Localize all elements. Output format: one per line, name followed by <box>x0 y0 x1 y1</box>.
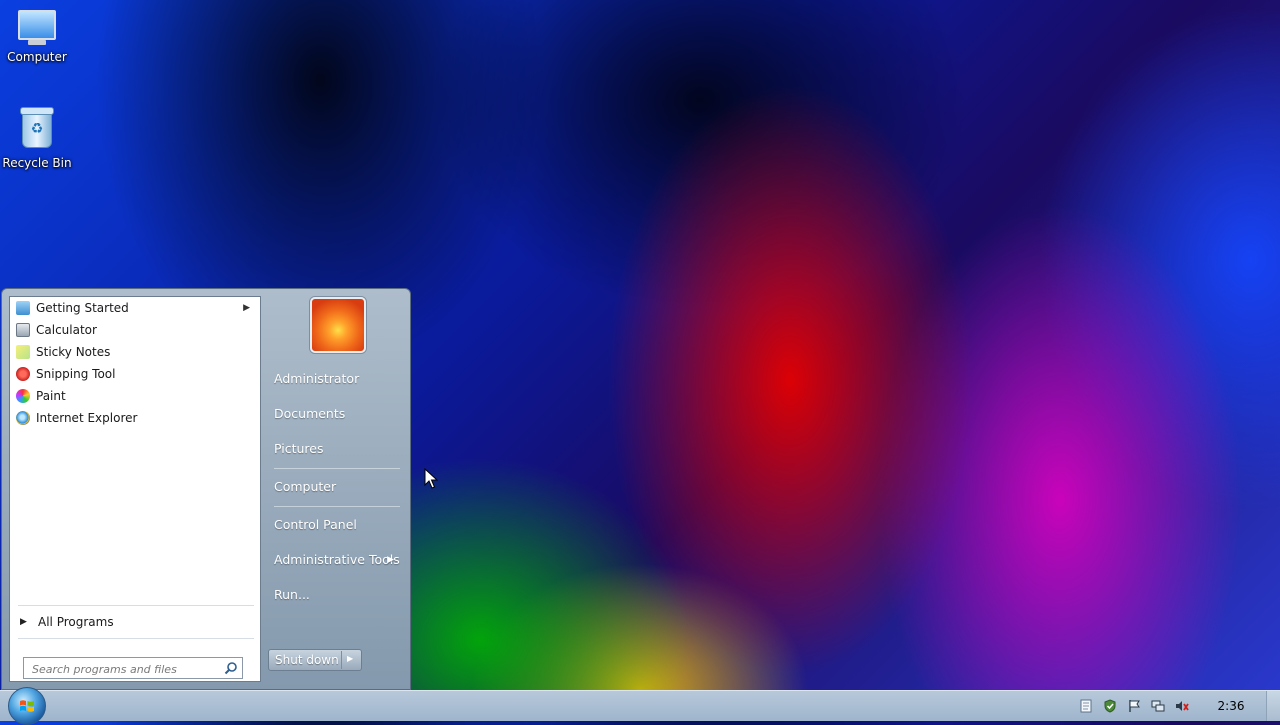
volume-muted-icon[interactable] <box>1175 699 1189 713</box>
program-label: Internet Explorer <box>36 411 138 425</box>
action-center-flag-icon[interactable] <box>1127 699 1141 713</box>
program-label: Getting Started <box>36 301 129 315</box>
start-item-label: Administrative Tools <box>274 552 400 567</box>
submenu-arrow-icon: ▶ <box>387 555 394 565</box>
program-internet-explorer[interactable]: Internet Explorer <box>14 408 256 428</box>
start-item-label: Pictures <box>274 441 324 456</box>
separator <box>274 468 400 469</box>
start-item-label: Computer <box>274 479 337 494</box>
start-item-documents[interactable]: Documents <box>274 400 402 428</box>
snipping-tool-icon <box>16 367 30 381</box>
program-label: Calculator <box>36 323 97 337</box>
desktop-icon-computer[interactable]: Computer <box>0 10 74 64</box>
program-label: Sticky Notes <box>36 345 111 359</box>
user-picture[interactable] <box>310 297 366 353</box>
all-programs-label: All Programs <box>38 615 114 629</box>
taskbar: 2:36 <box>0 687 1280 725</box>
desktop-icon-label: Recycle Bin <box>2 156 72 170</box>
search-box[interactable] <box>23 657 243 679</box>
program-calculator[interactable]: Calculator <box>14 320 256 340</box>
separator <box>341 651 342 669</box>
program-getting-started[interactable]: Getting Started ▶ <box>14 298 256 318</box>
shutdown-label: Shut down <box>275 653 339 667</box>
program-paint[interactable]: Paint <box>14 386 256 406</box>
shutdown-button[interactable]: Shut down ▶ <box>268 649 362 671</box>
getting-started-icon <box>16 301 30 315</box>
start-item-run[interactable]: Run... <box>274 581 402 609</box>
separator <box>18 605 254 606</box>
start-item-label: Run... <box>274 587 310 602</box>
recycle-bin-icon <box>20 107 54 148</box>
windows-logo-icon <box>20 700 34 712</box>
network-icon[interactable] <box>1151 699 1165 713</box>
start-item-administrator[interactable]: Administrator <box>274 365 402 393</box>
start-menu-programs-pane: Getting Started ▶ Calculator Sticky Note… <box>9 296 261 682</box>
desktop-icon-label: Computer <box>7 50 67 64</box>
start-item-pictures[interactable]: Pictures <box>274 435 402 463</box>
paint-icon <box>16 389 30 403</box>
system-clock[interactable]: 2:36 <box>1214 699 1248 713</box>
program-snipping-tool[interactable]: Snipping Tool <box>14 364 256 384</box>
document-icon[interactable] <box>1079 699 1093 713</box>
calculator-icon <box>16 323 30 337</box>
show-desktop-button[interactable] <box>1266 691 1280 721</box>
separator <box>18 638 254 639</box>
start-item-label: Control Panel <box>274 517 357 532</box>
start-item-computer[interactable]: Computer <box>274 473 402 501</box>
shutdown-options-arrow-icon[interactable]: ▶ <box>347 654 353 663</box>
security-shield-icon[interactable] <box>1103 699 1117 713</box>
start-item-control-panel[interactable]: Control Panel <box>274 511 402 539</box>
desktop-icon-recycle-bin[interactable]: Recycle Bin <box>0 107 74 170</box>
internet-explorer-icon <box>16 411 30 425</box>
search-input[interactable] <box>30 660 220 678</box>
program-label: Snipping Tool <box>36 367 116 381</box>
separator <box>274 506 400 507</box>
program-sticky-notes[interactable]: Sticky Notes <box>14 342 256 362</box>
program-label: Paint <box>36 389 66 403</box>
mouse-cursor-icon <box>424 468 438 489</box>
search-icon[interactable] <box>224 661 238 675</box>
start-menu: Getting Started ▶ Calculator Sticky Note… <box>1 288 411 690</box>
all-programs-button[interactable]: ▶ All Programs <box>14 611 256 633</box>
start-button[interactable] <box>8 687 46 725</box>
sticky-notes-icon <box>16 345 30 359</box>
start-item-label: Documents <box>274 406 346 421</box>
submenu-arrow-icon: ▶ <box>243 303 250 313</box>
start-item-label: Administrator <box>274 371 360 386</box>
start-item-administrative-tools[interactable]: Administrative Tools ▶ <box>274 546 402 574</box>
expand-arrow-icon: ▶ <box>20 617 27 627</box>
computer-icon <box>18 10 56 45</box>
